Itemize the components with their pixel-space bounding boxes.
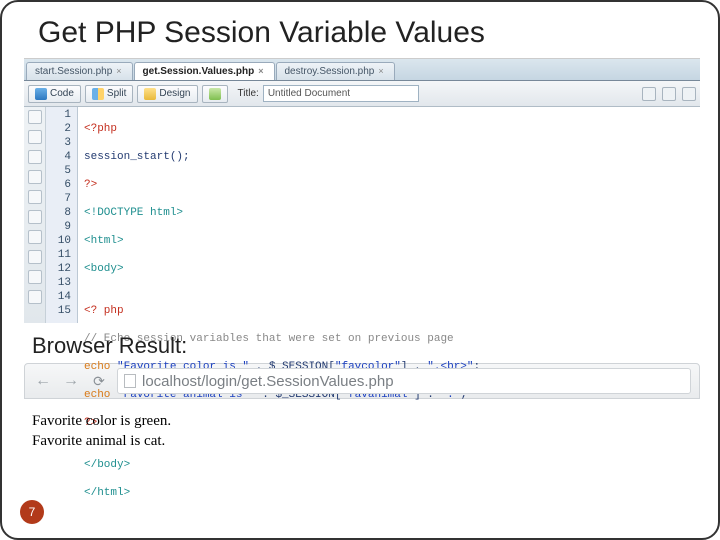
- gutter-icon[interactable]: [28, 270, 42, 284]
- toolbar-right-icons: [642, 87, 696, 101]
- code-token: <? php: [84, 305, 124, 317]
- line-number: 7: [46, 192, 71, 206]
- gutter-icon[interactable]: [28, 150, 42, 164]
- line-number: 9: [46, 220, 71, 234]
- file-tab-label: get.Session.Values.php: [143, 66, 255, 77]
- gutter-icon[interactable]: [28, 170, 42, 184]
- view-label: Design: [159, 88, 190, 99]
- code-area: 1 2 3 4 5 6 7 8 9 10 11 12 13 14 15 <?ph…: [24, 107, 700, 323]
- icon-gutter: [24, 107, 46, 323]
- close-icon[interactable]: ×: [258, 66, 263, 76]
- code-icon: [35, 88, 47, 100]
- slide-title: Get PHP Session Variable Values: [2, 2, 718, 58]
- toolbar-icon[interactable]: [662, 87, 676, 101]
- code-token: <html>: [84, 235, 124, 247]
- live-icon: [209, 88, 221, 100]
- forward-icon[interactable]: →: [61, 371, 81, 391]
- gutter-icon[interactable]: [28, 110, 42, 124]
- line-number: 8: [46, 206, 71, 220]
- gutter-icon[interactable]: [28, 190, 42, 204]
- design-view-button[interactable]: Design: [137, 85, 197, 103]
- split-view-button[interactable]: Split: [85, 85, 133, 103]
- view-toolbar: Code Split Design Title:: [24, 81, 700, 107]
- line-number: 2: [46, 122, 71, 136]
- file-tab-destroy[interactable]: destroy.Session.php×: [276, 62, 395, 80]
- gutter-icon[interactable]: [28, 130, 42, 144]
- page-icon: [124, 374, 136, 388]
- close-icon[interactable]: ×: [116, 66, 121, 76]
- gutter-icon[interactable]: [28, 250, 42, 264]
- split-icon: [92, 88, 104, 100]
- slide-number-badge: 7: [20, 500, 44, 524]
- gutter-icon[interactable]: [28, 230, 42, 244]
- url-text: localhost/login/get.SessionValues.php: [142, 373, 394, 390]
- gutter-icon[interactable]: [28, 290, 42, 304]
- file-tab-get[interactable]: get.Session.Values.php×: [134, 62, 275, 80]
- live-view-button[interactable]: [202, 85, 228, 103]
- code-token: <!DOCTYPE html>: [84, 207, 183, 219]
- view-label: Split: [107, 88, 126, 99]
- code-token: <?php: [84, 123, 117, 135]
- file-tab-label: destroy.Session.php: [285, 66, 375, 77]
- title-label: Title:: [238, 88, 259, 99]
- file-tab-bar: start.Session.php × get.Session.Values.ph…: [24, 59, 700, 81]
- gutter-icon[interactable]: [28, 210, 42, 224]
- code-token: </html>: [84, 487, 130, 499]
- reload-icon[interactable]: ⟳: [89, 371, 109, 391]
- file-tab-label: start.Session.php: [35, 66, 112, 77]
- code-text[interactable]: <?php session_start(); ?> <!DOCTYPE html…: [78, 107, 700, 323]
- line-number: 14: [46, 290, 71, 304]
- line-number: 10: [46, 234, 71, 248]
- code-token: session_start();: [84, 151, 190, 163]
- line-number: 4: [46, 150, 71, 164]
- line-number: 11: [46, 248, 71, 262]
- document-title-input[interactable]: [263, 85, 419, 102]
- toolbar-icon[interactable]: [642, 87, 656, 101]
- toolbar-icon[interactable]: [682, 87, 696, 101]
- file-tab-start[interactable]: start.Session.php ×: [26, 62, 133, 80]
- editor-screenshot: start.Session.php × get.Session.Values.ph…: [24, 58, 700, 323]
- browser-toolbar: ← → ⟳ localhost/login/get.SessionValues.…: [24, 363, 700, 399]
- line-number-gutter: 1 2 3 4 5 6 7 8 9 10 11 12 13 14 15: [46, 107, 78, 323]
- line-number: 5: [46, 164, 71, 178]
- line-number: 1: [46, 108, 71, 122]
- line-number: 3: [46, 136, 71, 150]
- view-label: Code: [50, 88, 74, 99]
- code-view-button[interactable]: Code: [28, 85, 81, 103]
- line-number: 13: [46, 276, 71, 290]
- code-token: </body>: [84, 459, 130, 471]
- code-token: <body>: [84, 263, 124, 275]
- address-bar[interactable]: localhost/login/get.SessionValues.php: [117, 368, 691, 394]
- close-icon[interactable]: ×: [378, 66, 383, 76]
- code-token: ?>: [84, 179, 97, 191]
- line-number: 6: [46, 178, 71, 192]
- line-number: 12: [46, 262, 71, 276]
- design-icon: [144, 88, 156, 100]
- back-icon[interactable]: ←: [33, 371, 53, 391]
- line-number: 15: [46, 304, 71, 318]
